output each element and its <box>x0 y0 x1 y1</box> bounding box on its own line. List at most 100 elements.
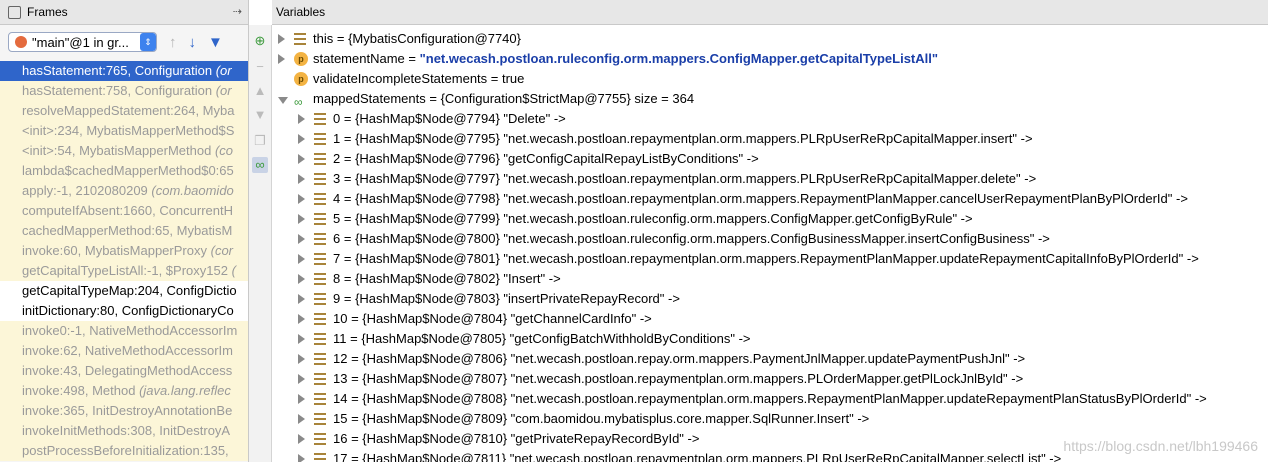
variable-text: 14 = {HashMap$Node@7808} "net.wecash.pos… <box>333 391 1207 406</box>
frame-row[interactable]: apply:-1, 2102080209 (com.baomido <box>0 181 248 201</box>
frame-row[interactable]: <init>:54, MybatisMapperMethod (co <box>0 141 248 161</box>
variable-value: {HashMap$Node@7799} "net.wecash.postloan… <box>355 211 973 226</box>
frame-row[interactable]: invoke:498, Method (java.lang.reflec <box>0 381 248 401</box>
expand-arrow-icon[interactable] <box>298 314 305 324</box>
new-watch-icon[interactable]: ⊕ <box>252 33 268 49</box>
variable-name: 4 <box>333 191 341 206</box>
frame-class: (or <box>215 83 232 98</box>
expand-arrow-icon[interactable] <box>298 134 305 144</box>
frame-row[interactable]: hasStatement:758, Configuration (or <box>0 81 248 101</box>
frame-row[interactable]: computeIfAbsent:1660, ConcurrentH <box>0 201 248 221</box>
variable-row[interactable]: 15 = {HashMap$Node@7809} "com.baomidou.m… <box>272 409 1268 429</box>
frame-row[interactable]: invoke0:-1, NativeMethodAccessorIm <box>0 321 248 341</box>
up-arrow-icon[interactable]: ↑ <box>169 35 177 50</box>
variable-row[interactable]: 6 = {HashMap$Node@7800} "net.wecash.post… <box>272 229 1268 249</box>
frame-row[interactable]: invokeInitMethods:308, InitDestroyA <box>0 421 248 441</box>
expand-arrow-icon[interactable] <box>298 234 305 244</box>
variable-row[interactable]: 3 = {HashMap$Node@7797} "net.wecash.post… <box>272 169 1268 189</box>
variable-name: 10 <box>333 311 348 326</box>
pin-icon[interactable]: ⇢ <box>233 5 242 18</box>
expand-arrow-icon[interactable] <box>298 114 305 124</box>
variable-value: {Configuration$StrictMap@7755} size = 36… <box>440 91 695 106</box>
variable-row[interactable]: 0 = {HashMap$Node@7794} "Delete" -> <box>272 109 1268 129</box>
expand-arrow-icon[interactable] <box>298 294 305 304</box>
expand-arrow-icon[interactable] <box>298 334 305 344</box>
field-icon <box>314 213 326 225</box>
copy-icon[interactable]: ❐ <box>252 133 268 149</box>
watches-toggle-icon[interactable]: ∞ <box>252 157 268 173</box>
variable-value: {HashMap$Node@7803} "insertPrivateRepayR… <box>355 291 680 306</box>
frame-row[interactable]: resolveMappedStatement:264, Myba <box>0 101 248 121</box>
frame-method: computeIfAbsent:1660, ConcurrentH <box>22 203 234 218</box>
frame-row[interactable]: getCapitalTypeMap:204, ConfigDictio <box>0 281 248 301</box>
move-down-icon[interactable]: ▼ <box>252 107 268 123</box>
move-up-icon[interactable]: ▲ <box>252 83 268 99</box>
thread-selector[interactable]: "main"@1 in gr... ⇕ <box>8 32 157 52</box>
remove-watch-icon[interactable]: − <box>252 59 268 75</box>
frame-row[interactable]: initDictionary:80, ConfigDictionaryCo <box>0 301 248 321</box>
variable-row[interactable]: 9 = {HashMap$Node@7803} "insertPrivateRe… <box>272 289 1268 309</box>
variable-row[interactable]: 8 = {HashMap$Node@7802} "Insert" -> <box>272 269 1268 289</box>
expand-arrow-icon[interactable] <box>298 414 305 424</box>
frame-row[interactable]: postProcessBeforeInitialization:135, <box>0 441 248 461</box>
variable-row[interactable]: 12 = {HashMap$Node@7806} "net.wecash.pos… <box>272 349 1268 369</box>
variable-row[interactable]: 10 = {HashMap$Node@7804} "getChannelCard… <box>272 309 1268 329</box>
variable-text: 7 = {HashMap$Node@7801} "net.wecash.post… <box>333 251 1199 266</box>
variable-name: 3 <box>333 171 341 186</box>
variables-header: Variables <box>272 0 1268 25</box>
variable-row[interactable]: 5 = {HashMap$Node@7799} "net.wecash.post… <box>272 209 1268 229</box>
variable-row[interactable]: 11 = {HashMap$Node@7805} "getConfigBatch… <box>272 329 1268 349</box>
variable-row[interactable]: 13 = {HashMap$Node@7807} "net.wecash.pos… <box>272 369 1268 389</box>
expand-arrow-icon[interactable] <box>298 354 305 364</box>
field-icon <box>314 373 326 385</box>
frame-row[interactable]: cachedMapperMethod:65, MybatisM <box>0 221 248 241</box>
frame-row[interactable]: invoke:62, NativeMethodAccessorIm <box>0 341 248 361</box>
frame-list: hasStatement:765, Configuration (or hasSt… <box>0 61 248 461</box>
expand-arrow-icon[interactable] <box>298 274 305 284</box>
expand-arrow-icon[interactable] <box>298 434 305 444</box>
expand-arrow-icon[interactable] <box>298 194 305 204</box>
variable-value: {HashMap$Node@7802} "Insert" -> <box>355 271 561 286</box>
variable-name: statementName <box>313 51 405 66</box>
frame-method: <init>:234, MybatisMapperMethod$S <box>22 123 235 138</box>
frame-row[interactable]: lambda$cachedMapperMethod$0:65 <box>0 161 248 181</box>
variable-row[interactable]: 7 = {HashMap$Node@7801} "net.wecash.post… <box>272 249 1268 269</box>
frame-row[interactable]: hasStatement:765, Configuration (or <box>0 61 248 81</box>
collapse-arrow-icon[interactable] <box>278 97 288 104</box>
expand-arrow-icon[interactable] <box>298 214 305 224</box>
variable-row[interactable]: 14 = {HashMap$Node@7808} "net.wecash.pos… <box>272 389 1268 409</box>
variables-side-toolbar: ⊕ − ▲ ▼ ❐ ∞ <box>249 25 272 462</box>
variable-row[interactable]: this = {MybatisConfiguration@7740} <box>272 29 1268 49</box>
frame-row[interactable]: invoke:60, MybatisMapperProxy (cor <box>0 241 248 261</box>
expand-arrow-icon[interactable] <box>298 454 305 462</box>
expand-arrow-icon[interactable] <box>278 34 285 44</box>
frame-method: invoke:60, MybatisMapperProxy <box>22 243 207 258</box>
frame-class: (or <box>215 63 232 78</box>
frame-method: apply:-1, 2102080209 <box>22 183 148 198</box>
frame-class: (co <box>214 143 234 158</box>
expand-arrow-icon[interactable] <box>298 394 305 404</box>
filter-icon[interactable]: ▼ <box>208 35 223 50</box>
parameter-icon: p <box>294 72 308 86</box>
variable-row[interactable]: p statementName = "net.wecash.postloan.ru… <box>272 49 1268 69</box>
variable-row[interactable]: p validateIncompleteStatements = true <box>272 69 1268 89</box>
frame-row[interactable]: getCapitalTypeListAll:-1, $Proxy152 ( <box>0 261 248 281</box>
expand-arrow-icon[interactable] <box>278 54 285 64</box>
variable-name: 7 <box>333 251 341 266</box>
expand-arrow-icon[interactable] <box>298 154 305 164</box>
expand-arrow-icon[interactable] <box>298 174 305 184</box>
variable-row[interactable]: 1 = {HashMap$Node@7795} "net.wecash.post… <box>272 129 1268 149</box>
frame-row[interactable]: <init>:234, MybatisMapperMethod$S <box>0 121 248 141</box>
variable-value: {HashMap$Node@7809} "com.baomidou.mybati… <box>362 411 870 426</box>
field-icon <box>314 133 326 145</box>
expand-arrow-icon[interactable] <box>298 254 305 264</box>
expand-arrow-icon[interactable] <box>298 374 305 384</box>
frame-row[interactable]: invoke:43, DelegatingMethodAccess <box>0 361 248 381</box>
variable-row[interactable]: ∞ mappedStatements = {Configuration$Stric… <box>272 89 1268 109</box>
variable-row[interactable]: 4 = {HashMap$Node@7798} "net.wecash.post… <box>272 189 1268 209</box>
down-arrow-icon[interactable]: ↓ <box>189 35 197 50</box>
frame-row[interactable]: invoke:365, InitDestroyAnnotationBe <box>0 401 248 421</box>
variable-value: {MybatisConfiguration@7740} <box>348 31 521 46</box>
variable-row[interactable]: 2 = {HashMap$Node@7796} "getConfigCapita… <box>272 149 1268 169</box>
field-icon <box>314 153 326 165</box>
